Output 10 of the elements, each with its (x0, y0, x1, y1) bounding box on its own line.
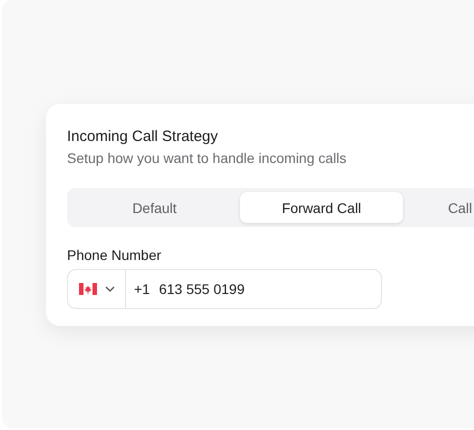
card-title: Incoming Call Strategy (67, 128, 219, 146)
caret-icon (104, 286, 114, 292)
tab[interactable]: Call (405, 192, 474, 223)
field-label: Phone Number (67, 247, 162, 264)
card-subtitle: Setup how you want to handle incoming calls (67, 150, 348, 167)
tab[interactable]: Default (71, 192, 238, 223)
flag-icon (78, 283, 96, 295)
tab[interactable]: Forward Call (240, 192, 403, 223)
phone-field[interactable]: +1 613 555 0199 (67, 269, 382, 309)
dial-code: +1 (134, 281, 150, 297)
